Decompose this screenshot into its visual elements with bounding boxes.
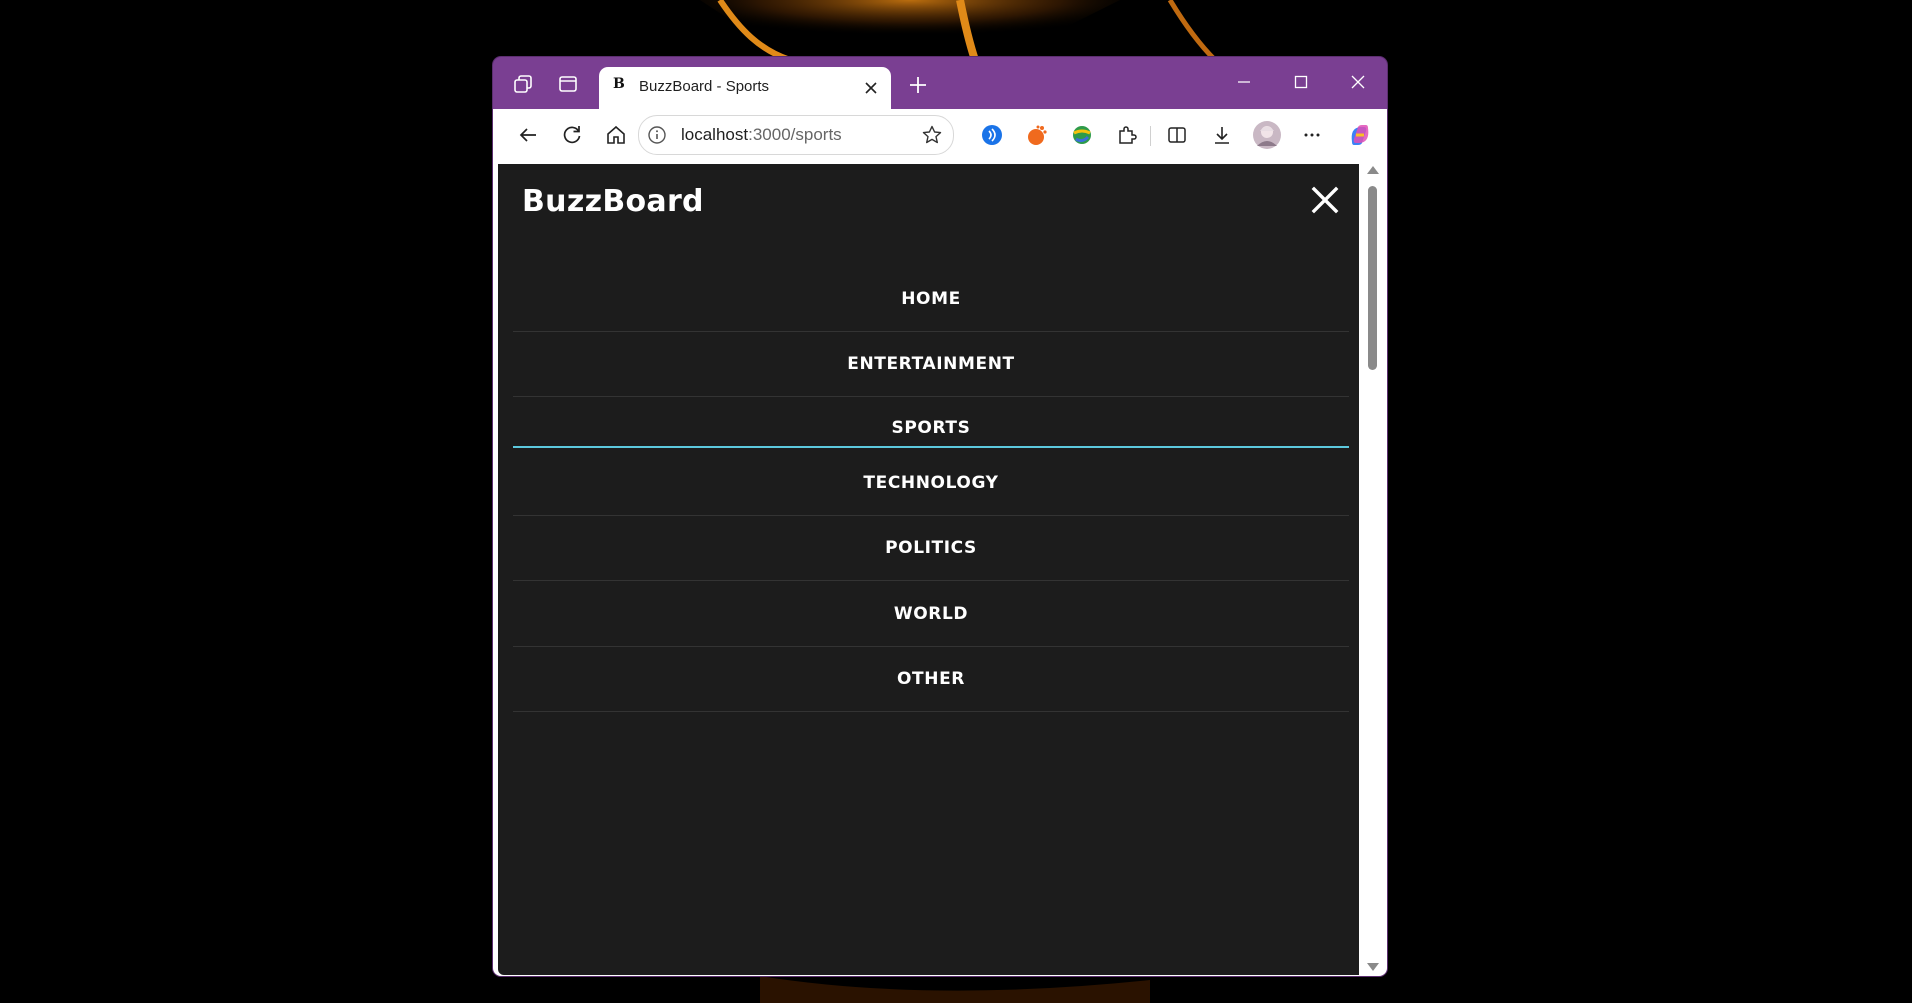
close-icon[interactable] bbox=[1310, 185, 1340, 215]
workspaces-icon[interactable] bbox=[508, 69, 538, 99]
scroll-thumb[interactable] bbox=[1368, 186, 1377, 370]
refresh-icon[interactable] bbox=[557, 120, 587, 150]
tab-actions-icon[interactable] bbox=[553, 69, 583, 99]
nav-item-other[interactable]: OTHER bbox=[513, 646, 1349, 712]
browser-window: B BuzzBoard - Sports localhost:3000/spor… bbox=[493, 57, 1387, 976]
url-text: localhost:3000/sports bbox=[681, 125, 842, 145]
tab-title: BuzzBoard - Sports bbox=[639, 78, 770, 95]
back-arrow-icon[interactable] bbox=[513, 120, 543, 150]
url-host: localhost bbox=[681, 125, 749, 144]
nav-item-technology[interactable]: TECHNOLOGY bbox=[513, 450, 1349, 516]
browser-toolbar: localhost:3000/sports bbox=[493, 109, 1387, 161]
site-logo[interactable]: BuzzBoard bbox=[522, 184, 704, 219]
more-options-icon[interactable] bbox=[1297, 120, 1327, 150]
page-content-frame: BuzzBoard HOME ENTERTAINMENT SPORTS TECH… bbox=[493, 161, 1387, 976]
new-tab-icon[interactable] bbox=[905, 72, 931, 98]
tab-close-icon[interactable] bbox=[861, 78, 881, 98]
split-screen-icon[interactable] bbox=[1162, 120, 1192, 150]
copilot-icon[interactable] bbox=[1345, 120, 1375, 150]
extension-globe-icon[interactable] bbox=[1067, 120, 1097, 150]
read-aloud-extension-icon[interactable] bbox=[977, 120, 1007, 150]
nav-item-entertainment[interactable]: ENTERTAINMENT bbox=[513, 331, 1349, 397]
nav-item-home[interactable]: HOME bbox=[513, 266, 1349, 332]
page-scrollbar[interactable] bbox=[1363, 164, 1381, 975]
active-tab[interactable]: B BuzzBoard - Sports bbox=[599, 67, 891, 109]
extensions-puzzle-icon[interactable] bbox=[1112, 120, 1142, 150]
avatar[interactable] bbox=[1252, 120, 1282, 150]
scroll-down-arrow[interactable] bbox=[1367, 963, 1379, 971]
address-bar[interactable]: localhost:3000/sports bbox=[638, 115, 954, 155]
title-bar: B BuzzBoard - Sports bbox=[493, 57, 1387, 109]
site-info-icon[interactable] bbox=[647, 125, 667, 145]
minimize-icon[interactable] bbox=[1224, 67, 1264, 97]
site-viewport: BuzzBoard HOME ENTERTAINMENT SPORTS TECH… bbox=[498, 164, 1359, 975]
toolbar-separator bbox=[1150, 126, 1151, 146]
home-icon[interactable] bbox=[601, 120, 631, 150]
nav-item-world[interactable]: WORLD bbox=[513, 581, 1349, 647]
nav-item-sports[interactable]: SPORTS bbox=[513, 396, 1349, 448]
extension-orange-icon[interactable] bbox=[1022, 120, 1052, 150]
site-favicon: B bbox=[613, 76, 625, 92]
downloads-icon[interactable] bbox=[1207, 120, 1237, 150]
window-close-icon[interactable] bbox=[1338, 67, 1378, 97]
url-path: :3000/sports bbox=[748, 125, 842, 144]
maximize-icon[interactable] bbox=[1281, 67, 1321, 97]
star-icon[interactable] bbox=[921, 124, 943, 146]
scroll-up-arrow[interactable] bbox=[1367, 166, 1379, 174]
nav-item-politics[interactable]: POLITICS bbox=[513, 515, 1349, 581]
